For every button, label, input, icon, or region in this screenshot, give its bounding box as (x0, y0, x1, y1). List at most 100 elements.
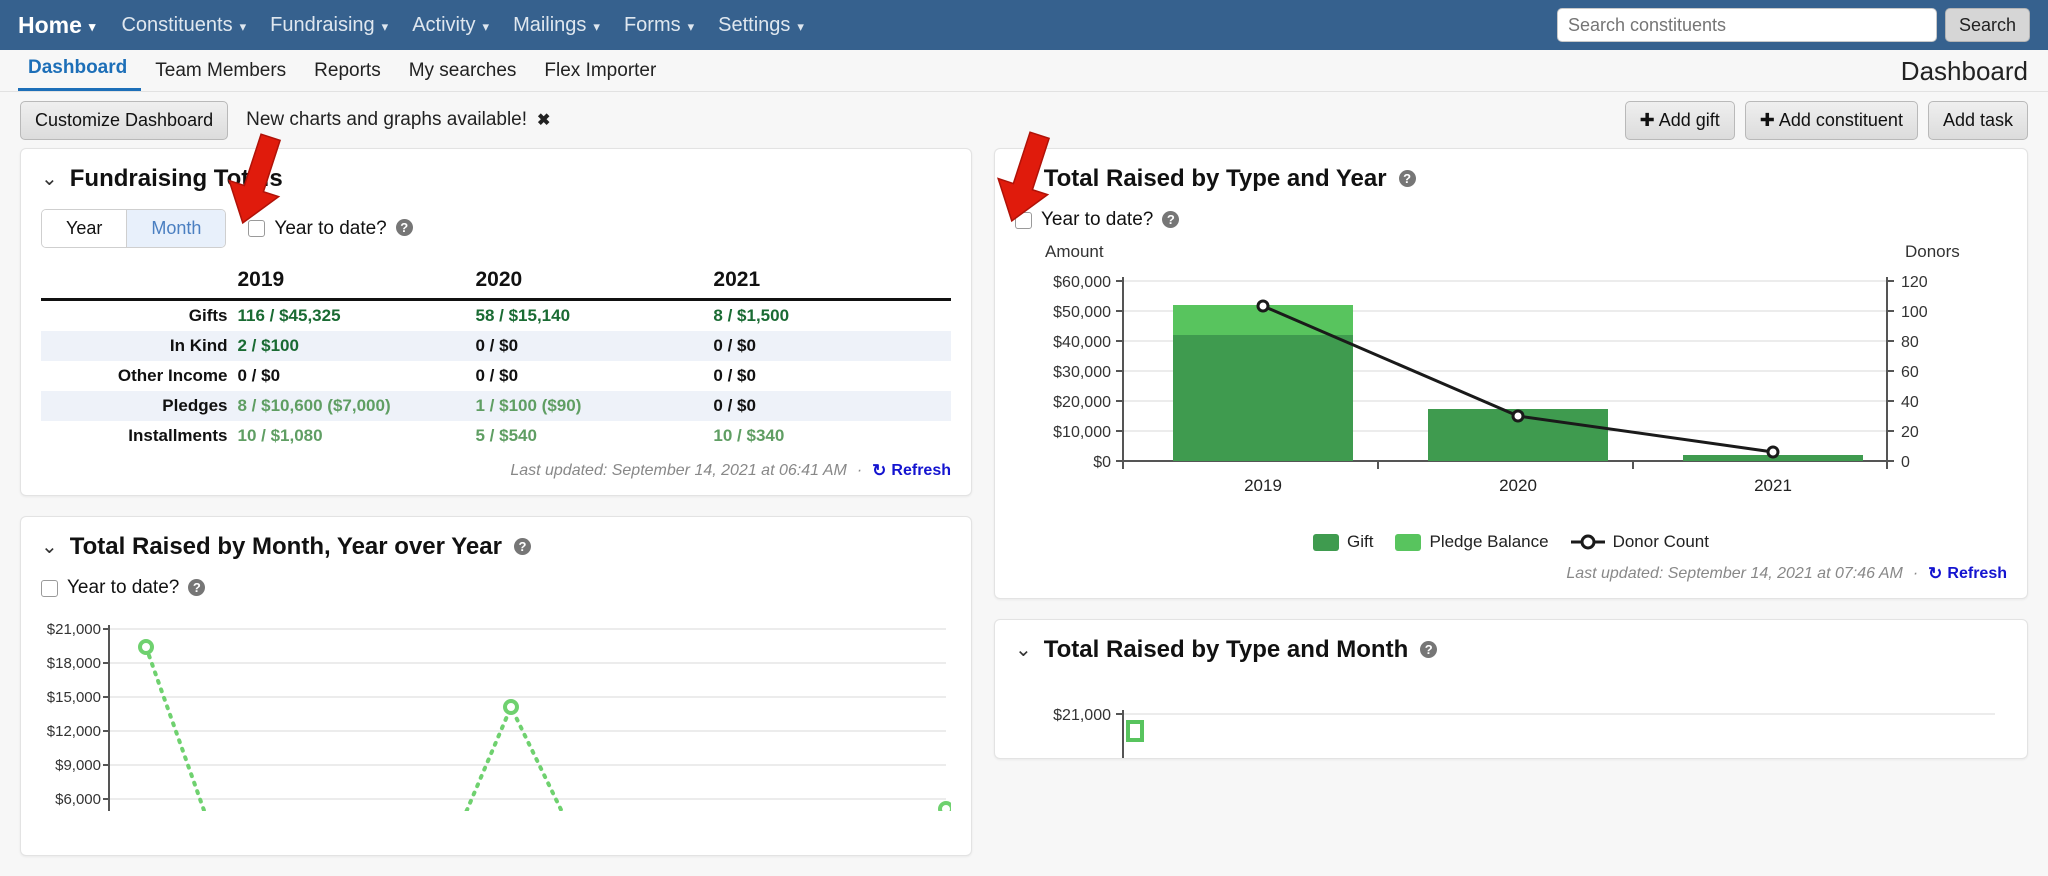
chevron-down-icon: ▾ (797, 19, 804, 34)
cell-in-kind-2020: 0 / $0 (475, 336, 519, 355)
data-point-donor-2020[interactable] (1511, 409, 1525, 423)
toggle-year[interactable]: Year (42, 210, 127, 247)
nav-item-fundraising[interactable]: Fundraising ▾ (270, 14, 388, 37)
tab-reports[interactable]: Reports (300, 60, 395, 91)
customize-dashboard-button[interactable]: Customize Dashboard (20, 100, 229, 140)
nav-item-constituents[interactable]: Constituents ▾ (121, 14, 246, 37)
add-gift-button[interactable]: ✚ Add gift (1624, 100, 1735, 140)
tab-dashboard[interactable]: Dashboard (18, 57, 142, 91)
add-constituent-button[interactable]: ✚ Add constituent (1744, 100, 1918, 140)
search-button[interactable]: Search (1944, 8, 2030, 42)
table-row: Gifts 116 / $45,325 58 / $15,140 8 / $1,… (41, 300, 951, 332)
year-to-date-checkbox[interactable] (1015, 211, 1032, 229)
cell-pledges-2021: 0 / $0 (713, 396, 756, 415)
fundraising-totals-table: 2019 2020 2021 Gifts 116 / $45,325 58 / … (41, 264, 951, 451)
table-row: Pledges 8 / $10,600 ($7,000) 1 / $100 ($… (41, 391, 951, 421)
help-icon[interactable]: ? (1162, 210, 1180, 228)
chevron-down-icon[interactable]: ⌄ (41, 169, 58, 189)
chart-type-and-year[interactable]: Amount Donors $60,000 $50,000 $40,000 $3… (995, 235, 2027, 526)
card-header: ⌄ Fundraising Totals (21, 149, 971, 201)
y2tick: 60 (1901, 364, 1919, 381)
new-charts-notice: New charts and graphs available! ✖ (246, 109, 550, 131)
table-header-row: 2019 2020 2021 (41, 264, 951, 300)
chevron-down-icon[interactable]: ⌄ (1015, 640, 1032, 660)
tab-my-searches[interactable]: My searches (395, 60, 531, 91)
cell-other-income-2019: 0 / $0 (237, 366, 281, 385)
legend-item-pledge-balance[interactable]: Pledge Balance (1395, 532, 1549, 552)
chart-type-and-month[interactable]: $21,000 (995, 672, 2027, 758)
table-row: Installments 10 / $1,080 5 / $540 10 / $… (41, 421, 951, 451)
top-navigation-bar: Home ▾ Constituents ▾ Fundraising ▾ Acti… (0, 0, 2048, 50)
nav-forms-label: Forms (623, 13, 681, 36)
tab-team-members[interactable]: Team Members (141, 60, 300, 91)
xtick-2019: 2019 (1244, 476, 1282, 495)
nav-item-forms[interactable]: Forms ▾ (624, 14, 694, 37)
help-icon[interactable]: ? (1420, 640, 1438, 658)
refresh-button[interactable]: ↻ Refresh (872, 461, 951, 481)
row-label-other-income: Other Income (117, 366, 228, 385)
help-icon[interactable]: ? (1398, 169, 1416, 187)
period-toggle-group: Year Month (41, 209, 227, 248)
legend-item-donor-count[interactable]: Donor Count (1570, 532, 1709, 552)
data-point-donor-2021[interactable] (1766, 445, 1780, 459)
chevron-down-icon[interactable]: ⌄ (1015, 169, 1032, 189)
cell-in-kind-2021: 0 / $0 (713, 336, 756, 355)
nav-item-settings[interactable]: Settings ▾ (718, 14, 804, 37)
legend-marker-donor-count (1570, 534, 1605, 550)
nav-settings-label: Settings (718, 13, 791, 36)
refresh-button[interactable]: ↻ Refresh (1928, 564, 2007, 584)
chevron-down-icon: ▾ (88, 19, 96, 34)
help-icon[interactable]: ? (188, 578, 206, 596)
right-tick-marks (1887, 280, 1894, 462)
x-tick-marks (1122, 461, 1888, 469)
dashboard-grid: ⌄ Fundraising Totals Year Month Year to … (0, 131, 2048, 876)
cell-other-income-2020: 0 / $0 (475, 366, 519, 385)
toggle-month[interactable]: Month (126, 210, 226, 247)
ytick: $21,000 (47, 621, 101, 638)
card-header: ⌄ Total Raised by Type and Month ? (995, 620, 2027, 672)
table-body: Gifts 116 / $45,325 58 / $15,140 8 / $1,… (41, 300, 951, 452)
dashboard-column-left: ⌄ Fundraising Totals Year Month Year to … (20, 133, 972, 876)
x-axis-tick-labels: 2019 2020 2021 (1244, 476, 1792, 495)
cell-other-income-2021: 0 / $0 (713, 366, 756, 385)
chart-svg-type-and-month: $21,000 (1053, 707, 1995, 758)
ytick: $9,000 (55, 757, 101, 774)
add-task-button[interactable]: Add task (1927, 100, 2028, 140)
chart-month-yoy[interactable]: $21,000 $18,000 $15,000 $12,000 $9,000 $… (21, 605, 971, 855)
chevron-down-icon[interactable]: ⌄ (41, 537, 58, 557)
column-header-2020: 2020 (475, 268, 523, 291)
help-icon[interactable]: ? (513, 537, 531, 555)
nav-item-activity[interactable]: Activity ▾ (412, 14, 489, 37)
column-header-2019: 2019 (237, 268, 285, 291)
table-row: Other Income 0 / $0 0 / $0 0 / $0 (41, 361, 951, 391)
cell-gifts-2019: 116 / $45,325 (237, 306, 341, 325)
y2tick: 40 (1901, 394, 1919, 411)
legend-item-gift[interactable]: Gift (1313, 532, 1373, 552)
month-yoy-controls: Year to date? ? (21, 569, 971, 605)
legend-swatch-pledge-balance (1395, 533, 1422, 551)
ytick: $0 (1093, 454, 1111, 471)
card-total-raised-by-month-yoy: ⌄ Total Raised by Month, Year over Year … (20, 516, 972, 856)
chevron-down-icon: ▾ (381, 19, 389, 34)
help-icon[interactable]: ? (395, 219, 413, 236)
ytick: $12,000 (47, 723, 101, 740)
bar-gift-2019[interactable] (1173, 335, 1353, 461)
separator-dot: · (1912, 565, 1919, 582)
close-icon[interactable]: ✖ (537, 110, 550, 130)
year-to-date-checkbox[interactable] (41, 579, 58, 597)
last-updated-text: Last updated: September 14, 2021 at 07:4… (1566, 565, 1903, 582)
y2-axis-tick-labels: 120 100 80 60 40 20 0 (1901, 274, 1928, 471)
data-point-donor-2019[interactable] (1256, 299, 1270, 313)
nav-item-mailings[interactable]: Mailings ▾ (513, 14, 600, 37)
year-to-date-checkbox[interactable] (248, 220, 266, 237)
separator-dot: · (856, 462, 863, 479)
gridlines (109, 628, 946, 800)
row-label-gifts: Gifts (188, 306, 228, 325)
cell-gifts-2021: 8 / $1,500 (713, 306, 790, 325)
search-input[interactable] (1556, 8, 1937, 42)
data-point-marker[interactable] (1126, 720, 1144, 742)
nav-item-home[interactable]: Home ▾ (18, 12, 95, 39)
card-title: Total Raised by Month, Year over Year (69, 533, 502, 560)
tab-flex-importer[interactable]: Flex Importer (530, 60, 670, 91)
row-label-in-kind: In Kind (169, 336, 228, 355)
